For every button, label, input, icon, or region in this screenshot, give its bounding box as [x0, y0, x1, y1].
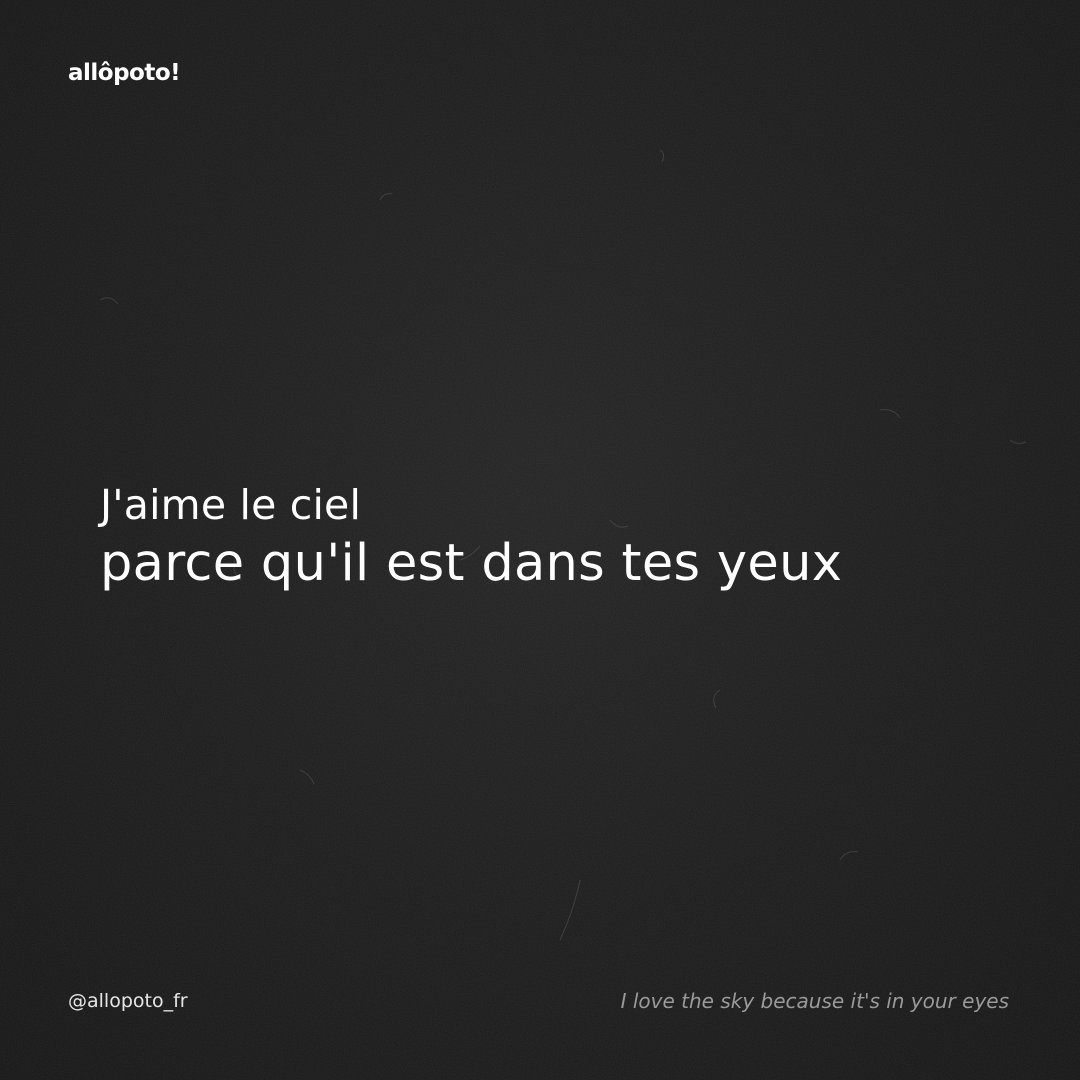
quote-block: J'aime le ciel parce qu'il est dans tes …	[100, 478, 842, 596]
english-translation: I love the sky because it's in your eyes	[620, 989, 1009, 1013]
social-handle: @allopoto_fr	[68, 990, 188, 1012]
quote-line-2: parce qu'il est dans tes yeux	[100, 534, 843, 593]
brand-logo: allôpoto!	[68, 60, 181, 86]
poster-canvas: allôpoto! J'aime le ciel parce qu'il est…	[0, 0, 1080, 1080]
quote-line-1: J'aime le ciel	[100, 481, 362, 529]
